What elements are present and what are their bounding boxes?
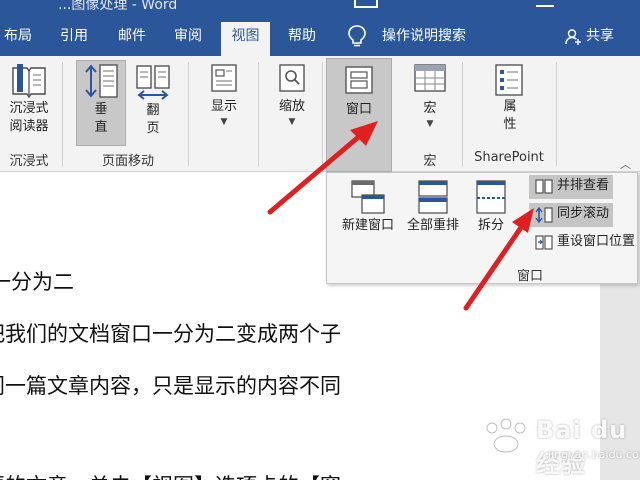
zoom-label: 缩放 [278, 99, 305, 114]
new-window-button[interactable]: 新建窗口 [335, 177, 401, 249]
properties-label-2: 性 [503, 117, 517, 132]
group-separator [556, 62, 557, 166]
group-separator [258, 62, 259, 166]
immersive-reader-button[interactable]: 沉浸式 阅读器 [2, 62, 56, 144]
dropdown-group-label: 窗口 [517, 269, 544, 284]
group-label-immersive: 沉浸式 [9, 154, 49, 169]
reset-window-icon [535, 235, 553, 250]
macros-button[interactable]: 宏 ▼ [404, 62, 456, 148]
show-icon [211, 64, 237, 92]
collapse-ribbon-icon[interactable]: ︿ [620, 156, 631, 172]
properties-button[interactable]: 属 性 [486, 62, 534, 148]
ribbon-view: 沉浸式 阅读器 沉浸式 垂 直 翻 页 页面移动 显示 ▼ 缩放 ▼ 窗口 宏 … [0, 56, 640, 172]
group-separator [62, 62, 63, 166]
view-side-by-side-button[interactable]: 并排查看 [529, 175, 614, 199]
vertical-label-2: 直 [94, 120, 108, 135]
chevron-down-icon: ▼ [426, 119, 434, 129]
tell-me-search[interactable]: 操作说明搜索 [382, 22, 466, 50]
window-dropdown-panel: 新建窗口 全部重排 拆分 并排查看 同步滚动 重设窗口位置 窗口 [326, 172, 638, 284]
immersive-reader-label-1: 沉浸式 [9, 101, 49, 116]
tab-help[interactable]: 帮助 [278, 22, 326, 56]
properties-label-1: 属 [503, 99, 517, 114]
ribbon-display-options-icon[interactable] [354, 0, 378, 8]
macros-label: 宏 [423, 101, 437, 116]
share-label: 共享 [586, 28, 614, 44]
sync-scrolling-label: 同步滚动 [557, 206, 610, 221]
immersive-reader-icon [12, 64, 46, 99]
new-window-label: 新建窗口 [341, 218, 394, 233]
arrange-all-label: 全部重排 [406, 218, 459, 233]
vertical-scroll-icon [85, 64, 118, 98]
title-bar: ...图像处理 - Word [0, 0, 640, 14]
sync-scrolling-button[interactable]: 同步滚动 [529, 203, 614, 227]
doc-line: 要的文章，单击【视图】选项卡的【窗 [0, 470, 341, 480]
group-separator [462, 62, 463, 166]
group-label-sharepoint: SharePoint [474, 150, 544, 165]
person-add-icon [565, 29, 581, 45]
properties-icon [495, 64, 523, 96]
tab-review[interactable]: 审阅 [164, 22, 212, 56]
magnifier-icon [279, 64, 305, 92]
show-button[interactable]: 显示 ▼ [200, 62, 248, 148]
tab-view[interactable]: 视图 [221, 22, 270, 56]
new-window-icon [351, 180, 385, 214]
window-title: ...图像处理 - Word [58, 0, 178, 13]
zoom-button[interactable]: 缩放 ▼ [268, 62, 316, 148]
chevron-down-icon: ▼ [220, 117, 228, 127]
split-icon [476, 180, 506, 214]
doc-line: 同一篇文章内容，只是显示的内容不同 [0, 374, 341, 398]
reset-window-position-label: 重设窗口位置 [557, 234, 636, 249]
group-label-macros: 宏 [423, 154, 437, 169]
split-button[interactable]: 拆分 [467, 177, 515, 249]
side-by-side-icon [535, 179, 553, 194]
window-label: 窗口 [345, 102, 372, 117]
side-to-side-label-1: 翻 [146, 103, 160, 118]
paw-logo-icon [486, 418, 526, 453]
window-icon [345, 66, 373, 94]
sync-scroll-icon [535, 207, 553, 223]
baidu-watermark: Bai du 经验 jingyan.baidu.com [478, 414, 640, 478]
split-label: 拆分 [477, 218, 504, 233]
lightbulb-icon [348, 25, 366, 47]
side-to-side-button[interactable]: 翻 页 [130, 62, 176, 146]
doc-line: 把我们的文档窗口一分为二变成两个子 [0, 322, 341, 346]
arrange-all-button[interactable]: 全部重排 [401, 177, 465, 249]
window-button[interactable]: 窗口 [326, 58, 392, 172]
side-to-side-label-2: 页 [146, 121, 160, 136]
show-label: 显示 [210, 99, 237, 114]
group-separator [322, 62, 323, 166]
share-button[interactable]: 共享 [564, 22, 614, 50]
vertical-button[interactable]: 垂 直 [76, 60, 126, 146]
ribbon-tab-bar: 布局 引用 邮件 审阅 视图 帮助 操作说明搜索 共享 [0, 14, 640, 56]
view-side-by-side-label: 并排查看 [557, 178, 610, 193]
watermark-url: jingyan.baidu.com [548, 448, 640, 461]
arrange-all-icon [418, 180, 448, 214]
vertical-label-1: 垂 [94, 102, 108, 117]
chevron-down-icon: ▼ [288, 117, 296, 127]
doc-line: 一分为二 [0, 270, 74, 294]
minimize-icon[interactable] [536, 5, 554, 7]
tab-mailings[interactable]: 邮件 [108, 22, 156, 56]
reset-window-position-button[interactable]: 重设窗口位置 [529, 231, 639, 255]
tab-layout[interactable]: 布局 [0, 22, 36, 56]
group-label-page-movement: 页面移动 [101, 154, 154, 169]
immersive-reader-label-2: 阅读器 [9, 119, 49, 134]
side-to-side-icon [136, 65, 170, 100]
tab-references[interactable]: 引用 [52, 22, 96, 56]
group-separator [188, 62, 189, 166]
macros-icon [414, 64, 446, 92]
